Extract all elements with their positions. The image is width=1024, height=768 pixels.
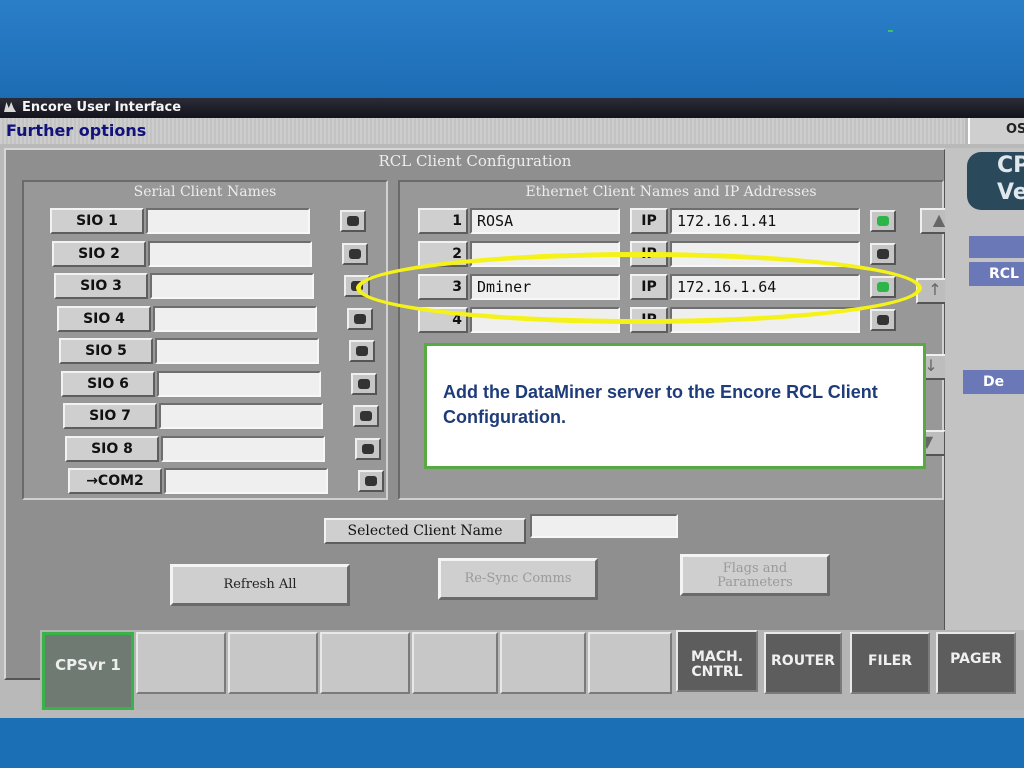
highlight-ellipse <box>356 252 922 324</box>
status-led-icon[interactable] <box>347 307 373 330</box>
cpsvr-button[interactable]: CPSvr 1 <box>42 632 134 710</box>
desktop-indicator <box>888 30 893 32</box>
sio-button[interactable]: →COM2 <box>68 468 162 494</box>
status-led-icon[interactable] <box>353 405 379 427</box>
serial-name-field[interactable] <box>153 305 317 332</box>
taskbar-slot-1[interactable] <box>136 632 226 694</box>
status-led-icon[interactable] <box>355 437 381 460</box>
client-index-button[interactable]: 1 <box>418 208 468 234</box>
mach-cntrl-button[interactable]: MACH. CNTRL <box>676 630 758 692</box>
further-options-label[interactable]: Further options <box>6 121 146 140</box>
d-side-button[interactable]: De <box>963 370 1024 394</box>
serial-group-title: Serial Client Names <box>133 184 277 200</box>
ip-button[interactable]: IP <box>630 208 668 234</box>
sio-button[interactable]: SIO 2 <box>52 240 146 267</box>
sio-button[interactable]: SIO 6 <box>61 370 155 397</box>
sio-button[interactable]: SIO 5 <box>59 338 153 364</box>
taskbar-slot-6[interactable] <box>588 632 672 694</box>
window-title: Encore User Interface <box>22 100 182 115</box>
ip-address-field[interactable]: 172.16.1.41 <box>670 208 860 234</box>
taskbar-slot-2[interactable] <box>228 632 318 694</box>
ethernet-group-title: Ethernet Client Names and IP Addresses <box>525 184 817 200</box>
router-button[interactable]: ROUTER <box>764 632 842 694</box>
serial-name-field[interactable] <box>157 370 321 397</box>
sio-button[interactable]: SIO 1 <box>50 208 144 234</box>
menu-bar: Further options <box>0 118 965 144</box>
window-titlebar[interactable]: Encore User Interface <box>0 98 1024 118</box>
status-led-icon[interactable] <box>342 242 368 265</box>
serial-name-field[interactable] <box>161 435 325 462</box>
status-led-icon[interactable] <box>349 340 375 362</box>
taskbar-slot-4[interactable] <box>412 632 498 694</box>
serial-name-field[interactable] <box>148 240 312 267</box>
resync-comms-button[interactable]: Re-Sync Comms <box>438 558 598 600</box>
desktop-background <box>0 0 1024 100</box>
right-blue-button[interactable] <box>969 236 1024 258</box>
sio-button[interactable]: SIO 7 <box>63 403 157 429</box>
app-icon <box>4 102 16 112</box>
serial-name-field[interactable] <box>164 468 328 494</box>
panel-title: RCL Client Configuration <box>378 152 572 170</box>
client-name-field[interactable]: ROSA <box>470 208 620 234</box>
flags-parameters-button[interactable]: Flags and Parameters <box>680 554 830 596</box>
taskbar-slot-3[interactable] <box>320 632 410 694</box>
cp-logo: CP Ve <box>967 152 1024 210</box>
serial-name-field[interactable] <box>150 273 314 299</box>
status-led-icon[interactable] <box>351 372 377 395</box>
taskbar-slot-5[interactable] <box>500 632 586 694</box>
refresh-all-button[interactable]: Refresh All <box>170 564 350 606</box>
status-led-icon[interactable] <box>358 470 384 492</box>
serial-client-group: Serial Client Names SIO 1 SIO 2 SIO 3 SIO 4… <box>22 180 388 500</box>
status-led-icon[interactable] <box>870 309 896 331</box>
sio-button[interactable]: SIO 3 <box>54 273 148 299</box>
pager-button[interactable]: PAGER <box>936 632 1016 694</box>
serial-name-field[interactable] <box>146 208 310 234</box>
status-led-icon[interactable] <box>340 210 366 232</box>
os-tab[interactable]: OS <box>968 118 1024 144</box>
rcl-side-button[interactable]: RCL <box>969 262 1024 286</box>
serial-name-field[interactable] <box>159 403 323 429</box>
status-led-icon[interactable] <box>870 243 896 265</box>
serial-name-field[interactable] <box>155 338 319 364</box>
sio-button[interactable]: SIO 4 <box>57 305 151 332</box>
filer-button[interactable]: FILER <box>850 632 930 694</box>
sio-button[interactable]: SIO 8 <box>65 435 159 462</box>
status-led-icon[interactable] <box>870 210 896 232</box>
annotation-callout: Add the DataMiner server to the Encore R… <box>424 343 926 469</box>
right-side-panel: CP Ve RCL De <box>945 148 1024 676</box>
selected-client-label: Selected Client Name <box>324 518 526 544</box>
bottom-taskbar: CPSvr 1 MACH. CNTRL ROUTER FILER PAGER <box>40 630 1024 710</box>
selected-client-field[interactable] <box>530 514 678 538</box>
